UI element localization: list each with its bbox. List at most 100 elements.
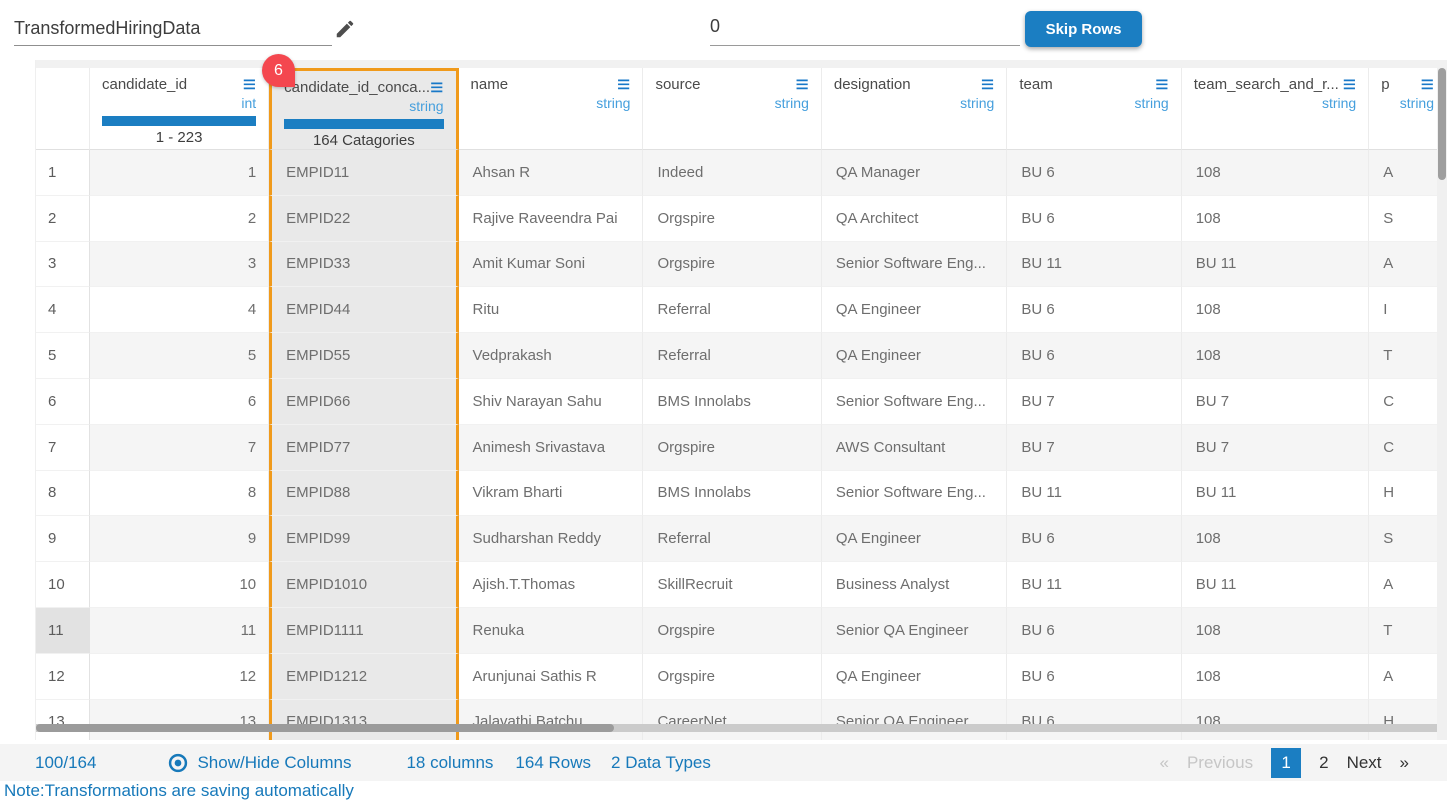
row-index[interactable]: 9 [36, 516, 90, 562]
pagination-page-2-button[interactable]: 2 [1319, 753, 1328, 773]
column-header-candidate_id[interactable]: candidate_id≡int1 - 223 [90, 68, 269, 150]
table-cell: EMPID1212 [269, 654, 458, 700]
show-hide-columns-button[interactable]: Show/Hide Columns [168, 753, 351, 773]
table-cell: Amit Kumar Soni [459, 242, 644, 288]
row-index[interactable]: 10 [36, 562, 90, 608]
table-cell: EMPID88 [269, 471, 458, 517]
table-cell: C [1369, 379, 1447, 425]
table-cell: QA Architect [822, 196, 1007, 242]
table-cell: 108 [1182, 516, 1370, 562]
column-name: designation [834, 76, 911, 93]
column-name: source [655, 76, 700, 93]
table-cell: A [1369, 562, 1447, 608]
table-cell: H [1369, 471, 1447, 517]
column-menu-icon[interactable]: ≡ [981, 76, 994, 92]
column-menu-icon[interactable]: ≡ [430, 79, 443, 95]
column-type-label: string [834, 95, 994, 113]
table-cell: Senior Software Eng... [822, 379, 1007, 425]
column-menu-icon[interactable]: ≡ [795, 76, 808, 92]
column-name: team [1019, 76, 1052, 93]
table-cell: Jalavathi Batchu [459, 700, 644, 740]
table-cell: BU 11 [1182, 562, 1370, 608]
dataset-name-input[interactable]: TransformedHiringData [14, 16, 332, 46]
table-cell: EMPID1313 [269, 700, 458, 740]
table-cell: Ahsan R [459, 150, 644, 196]
pagination-next-button[interactable]: Next [1347, 753, 1382, 773]
column-header-p[interactable]: p≡string [1369, 68, 1447, 150]
table-cell: BMS Innolabs [643, 379, 821, 425]
autosave-note: Note:Transformations are saving automati… [4, 781, 354, 801]
table-cell: 12 [90, 654, 269, 700]
column-menu-icon[interactable]: ≡ [617, 76, 630, 92]
table-row: 88EMPID88Vikram BhartiBMS InnolabsSenior… [36, 471, 1447, 517]
column-header-name[interactable]: name≡string [459, 68, 644, 150]
table-cell: Renuka [459, 608, 644, 654]
table-cell: 3 [90, 242, 269, 288]
table-row: 66EMPID66Shiv Narayan SahuBMS InnolabsSe… [36, 379, 1447, 425]
column-summary: 1 - 223 [102, 129, 256, 146]
table-cell: Senior Software Eng... [822, 242, 1007, 288]
pagination-previous-button[interactable]: Previous [1187, 753, 1253, 773]
column-header-team_search_and_r[interactable]: team_search_and_r...≡string [1182, 68, 1370, 150]
row-index[interactable]: 5 [36, 333, 90, 379]
table-cell: EMPID33 [269, 242, 458, 288]
column-header-candidate_id_conca[interactable]: candidate_id_conca...≡string164 Catagori… [269, 68, 458, 150]
rows-count: 164 Rows [515, 753, 591, 773]
column-menu-icon[interactable]: ≡ [1421, 76, 1434, 92]
table-cell: QA Engineer [822, 516, 1007, 562]
table-cell: QA Engineer [822, 287, 1007, 333]
table-cell: A [1369, 654, 1447, 700]
footer-bar: 100/164 Show/Hide Columns 18 columns 164… [0, 744, 1447, 781]
vertical-scrollbar-thumb[interactable] [1438, 68, 1446, 180]
table-cell: CareerNet [643, 700, 821, 740]
horizontal-scrollbar[interactable] [36, 724, 1438, 732]
table-cell: BU 11 [1182, 471, 1370, 517]
table-cell: EMPID99 [269, 516, 458, 562]
row-index[interactable]: 13 [36, 700, 90, 740]
table-row: 1313EMPID1313Jalavathi BatchuCareerNetSe… [36, 700, 1447, 740]
row-index[interactable]: 1 [36, 150, 90, 196]
table-cell: BU 11 [1182, 242, 1370, 288]
vertical-scrollbar[interactable] [1437, 68, 1447, 740]
table-cell: A [1369, 150, 1447, 196]
table-cell: 108 [1182, 700, 1370, 740]
row-index[interactable]: 12 [36, 654, 90, 700]
table-cell: EMPID66 [269, 379, 458, 425]
table-cell: Senior QA Engineer [822, 700, 1007, 740]
row-index[interactable]: 2 [36, 196, 90, 242]
row-index[interactable]: 4 [36, 287, 90, 333]
skip-rows-input[interactable]: 0 [710, 14, 1020, 46]
column-name: p [1381, 76, 1389, 93]
table-cell: Referral [643, 516, 821, 562]
column-menu-icon[interactable]: ≡ [1343, 76, 1356, 92]
table-cell: 6 [90, 379, 269, 425]
table-cell: BU 11 [1007, 562, 1181, 608]
table-cell: 10 [90, 562, 269, 608]
pagination: « Previous 1 2 Next » [1159, 748, 1409, 778]
table-row: 55EMPID55VedprakashReferralQA EngineerBU… [36, 333, 1447, 379]
column-menu-icon[interactable]: ≡ [1155, 76, 1168, 92]
table-cell: Arunjunai Sathis R [459, 654, 644, 700]
column-stat-bar [284, 119, 443, 129]
column-type-label: string [655, 95, 808, 113]
pagination-next-arrow[interactable]: » [1400, 753, 1409, 773]
row-index[interactable]: 6 [36, 379, 90, 425]
skip-rows-button[interactable]: Skip Rows [1025, 11, 1142, 47]
column-menu-icon[interactable]: ≡ [243, 76, 256, 92]
table-cell: BU 7 [1182, 379, 1370, 425]
horizontal-scrollbar-thumb[interactable] [36, 724, 614, 732]
transform-count-badge[interactable]: 6 [262, 54, 295, 87]
pagination-prev-arrow[interactable]: « [1159, 753, 1168, 773]
table-cell: Orgspire [643, 196, 821, 242]
column-header-source[interactable]: source ≡ string [643, 68, 821, 150]
row-index[interactable]: 11 [36, 608, 90, 654]
pagination-page-1-button[interactable]: 1 [1271, 748, 1301, 778]
column-header-team[interactable]: team≡string [1007, 68, 1181, 150]
row-index[interactable]: 8 [36, 471, 90, 517]
row-index[interactable]: 3 [36, 242, 90, 288]
data-table: candidate_id≡int1 - 223candidate_id_conc… [36, 68, 1447, 740]
edit-pencil-icon[interactable] [334, 18, 356, 40]
row-index[interactable]: 7 [36, 425, 90, 471]
column-header-designation[interactable]: designation ≡ string [822, 68, 1007, 150]
table-cell: BU 6 [1007, 196, 1181, 242]
